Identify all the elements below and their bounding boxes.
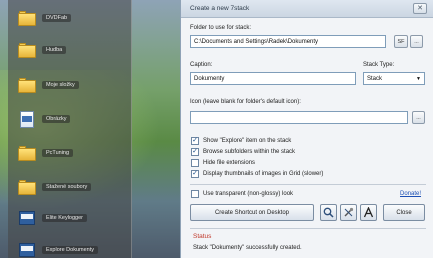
special-folder-button[interactable]: SF [394, 35, 408, 48]
dialog-title: Create a new 7stack [190, 5, 250, 12]
close-window-button[interactable]: ✕ [413, 3, 427, 14]
browse-icon-button[interactable]: ... [412, 111, 425, 124]
option-show-explore[interactable]: ✓ Show "Explore" item on the stack [191, 137, 291, 145]
stack-item-label: DVDFab [42, 14, 72, 22]
option-label: Display thumbnails of images in Grid (sl… [203, 171, 324, 177]
folder-path-input[interactable]: C:\Documents and Settings\Radek\Dokument… [190, 35, 386, 48]
status-message: Stack "Dokumenty" successfully created. [193, 245, 302, 251]
chevron-down-icon: ▼ [416, 75, 421, 82]
caption-input[interactable]: Dokumenty [190, 72, 356, 85]
option-label: Hide file extensions [203, 160, 256, 166]
app-icon [18, 241, 36, 258]
stack-item-label: Hudba [42, 46, 67, 54]
option-label: Browse subfolders within the stack [203, 149, 296, 155]
folder-icon [18, 144, 36, 162]
app-icon [18, 209, 36, 227]
about-button[interactable] [360, 204, 377, 221]
option-hide-extensions[interactable]: Hide file extensions [191, 159, 255, 167]
create-shortcut-button[interactable]: Create Shortcut on Desktop [190, 204, 314, 221]
stack-item-label: Obrázky [42, 115, 71, 123]
dialog-titlebar: Create a new 7stack ✕ [181, 0, 433, 18]
document-icon [18, 110, 36, 128]
stack-item-explore-dokumenty[interactable]: Explore Dokumenty [18, 238, 136, 258]
letter-a-icon [363, 207, 374, 218]
option-label: Show "Explore" item on the stack [203, 138, 292, 144]
status-title: Status [193, 233, 212, 240]
magnifier-button[interactable] [320, 204, 337, 221]
stack-item-dvdfab[interactable]: DVDFab [18, 6, 136, 30]
option-display-thumbnails[interactable]: ✓ Display thumbnails of images in Grid (… [191, 170, 323, 178]
stack-item-stazene-soubory[interactable]: Stažené soubory [18, 175, 136, 199]
checkbox-checked-icon[interactable]: ✓ [191, 148, 199, 156]
stack-type-select[interactable]: Stack ▼ [363, 72, 425, 85]
option-label: Use transparent (non-glossy) look [203, 191, 294, 197]
folder-label: Folder to use for stack: [190, 25, 252, 31]
option-browse-subfolders[interactable]: ✓ Browse subfolders within the stack [191, 148, 295, 156]
checkbox-unchecked-icon[interactable] [191, 159, 199, 167]
checkbox-unchecked-icon[interactable] [191, 190, 199, 198]
create-stack-dialog: Create a new 7stack ✕ Folder to use for … [180, 0, 433, 258]
stack-item-label: Moje složky [42, 81, 79, 89]
folder-icon [18, 9, 36, 27]
option-transparent-look[interactable]: Use transparent (non-glossy) look [191, 190, 293, 198]
checkbox-checked-icon[interactable]: ✓ [191, 170, 199, 178]
stack-panel: DVDFab Hudba Moje složky Obrázky PcTunin… [8, 0, 132, 258]
browse-folder-button[interactable]: ... [410, 35, 423, 48]
stack-item-pctuning[interactable]: PcTuning [18, 141, 136, 165]
stack-item-moje-slozky[interactable]: Moje složky [18, 73, 136, 97]
checkbox-checked-icon[interactable]: ✓ [191, 137, 199, 145]
tools-button[interactable] [340, 204, 357, 221]
stack-item-label: PcTuning [42, 149, 74, 157]
folder-icon [18, 41, 36, 59]
desktop-background: DVDFab Hudba Moje složky Obrázky PcTunin… [0, 0, 180, 258]
stack-item-label: Elite Keylogger [42, 214, 87, 222]
stack-item-label: Stažené soubory [42, 183, 92, 191]
divider [190, 184, 426, 185]
stack-item-hudba[interactable]: Hudba [18, 38, 136, 62]
divider [190, 228, 426, 229]
folder-icon [18, 76, 36, 94]
folder-icon [18, 178, 36, 196]
caption-label: Caption: [190, 62, 213, 68]
stack-item-obrazky[interactable]: Obrázky [18, 107, 136, 131]
stack-item-elite-keylogger[interactable]: Elite Keylogger [18, 206, 136, 230]
icon-path-input[interactable] [190, 111, 408, 124]
stack-type-value: Stack [367, 75, 383, 82]
magnifier-icon [323, 207, 334, 218]
close-button[interactable]: Close [383, 204, 425, 221]
stack-item-label: Explore Dokumenty [42, 246, 98, 254]
stack-type-label: Stack Type: [363, 62, 395, 68]
donate-link[interactable]: Donate! [400, 191, 421, 197]
tools-icon [344, 207, 354, 217]
icon-label: Icon (leave blank for folder's default i… [190, 99, 301, 105]
